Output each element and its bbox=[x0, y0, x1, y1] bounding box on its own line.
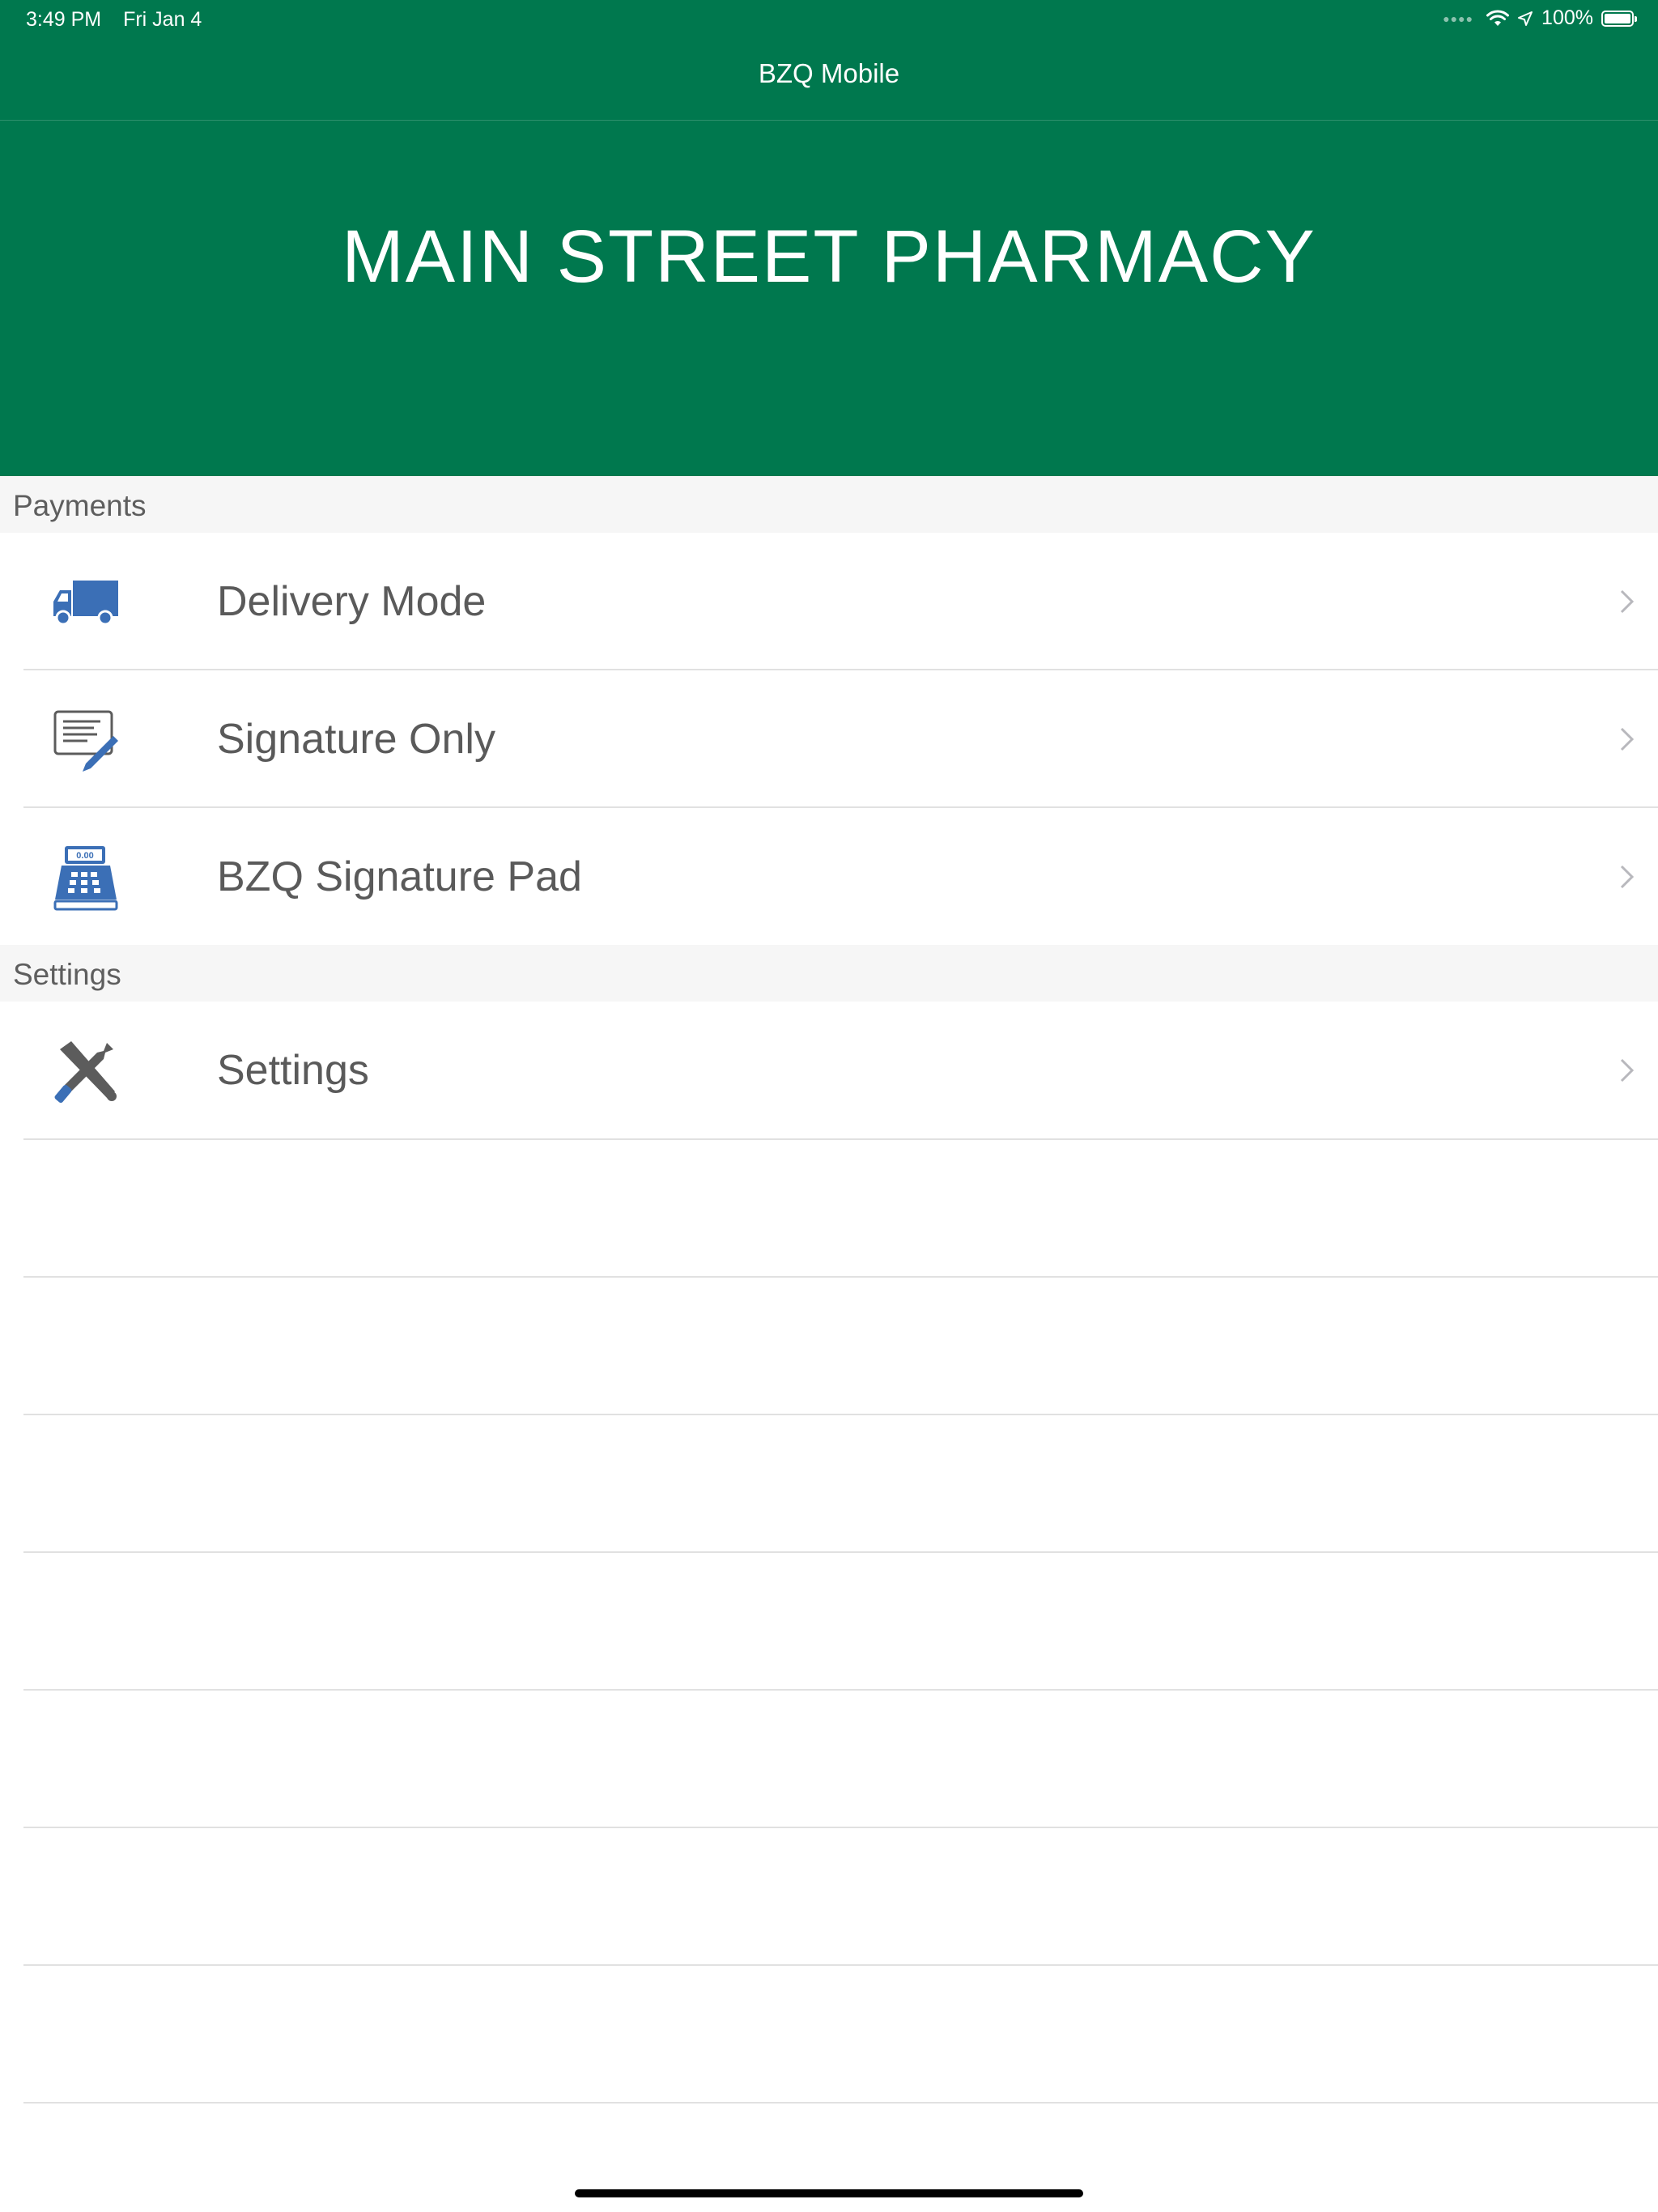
delivery-truck-icon bbox=[53, 580, 118, 625]
chevron-right-icon bbox=[1620, 1058, 1635, 1082]
cash-register-icon: 0.00 bbox=[53, 845, 118, 910]
empty-row-divider bbox=[23, 1551, 1658, 1553]
register-display-text: 0.00 bbox=[76, 851, 93, 861]
chevron-right-icon bbox=[1620, 727, 1635, 751]
battery-percentage: 100% bbox=[1541, 6, 1593, 29]
empty-row-divider bbox=[23, 1827, 1658, 1828]
row-label: BZQ Signature Pad bbox=[217, 853, 582, 900]
app-header: 3:49 PM Fri Jan 4 ●●●● 100% BZQ Mobile M… bbox=[0, 0, 1658, 476]
pharmacy-title: MAIN STREET PHARMACY bbox=[342, 215, 1316, 298]
row-label: Settings bbox=[217, 1046, 369, 1094]
row-delivery-mode[interactable]: Delivery Mode bbox=[0, 533, 1658, 670]
chevron-right-icon bbox=[1620, 865, 1635, 888]
row-settings[interactable]: Settings bbox=[0, 1002, 1658, 1138]
empty-row-divider bbox=[23, 1276, 1658, 1278]
status-time: 3:49 PM bbox=[26, 8, 102, 31]
nav-divider bbox=[0, 120, 1658, 121]
signature-document-icon bbox=[53, 710, 118, 772]
empty-row-divider bbox=[23, 1138, 1658, 1140]
location-arrow-icon bbox=[1518, 11, 1533, 26]
section-header-payments: Payments bbox=[0, 476, 1658, 533]
signal-dots-icon: ●●●● bbox=[1443, 11, 1474, 25]
chevron-right-icon bbox=[1620, 589, 1635, 613]
status-date: Fri Jan 4 bbox=[123, 8, 202, 31]
nav-title: BZQ Mobile bbox=[758, 58, 900, 88]
row-signature-only[interactable]: Signature Only bbox=[0, 670, 1658, 807]
wifi-icon bbox=[1486, 9, 1510, 26]
home-indicator[interactable] bbox=[575, 2189, 1083, 2197]
empty-row-divider bbox=[23, 2102, 1658, 2104]
status-bar: 3:49 PM Fri Jan 4 ●●●● 100% bbox=[0, 0, 1658, 39]
empty-row-divider bbox=[23, 1964, 1658, 1966]
tools-icon bbox=[54, 1040, 117, 1103]
section-header-settings: Settings bbox=[0, 945, 1658, 1002]
row-bzq-signature-pad[interactable]: 0.00 BZQ Signature Pad bbox=[0, 808, 1658, 945]
battery-icon bbox=[1601, 10, 1637, 27]
row-label: Signature Only bbox=[217, 715, 495, 763]
empty-row-divider bbox=[23, 1414, 1658, 1415]
row-label: Delivery Mode bbox=[217, 577, 487, 625]
empty-row-divider bbox=[23, 1689, 1658, 1691]
